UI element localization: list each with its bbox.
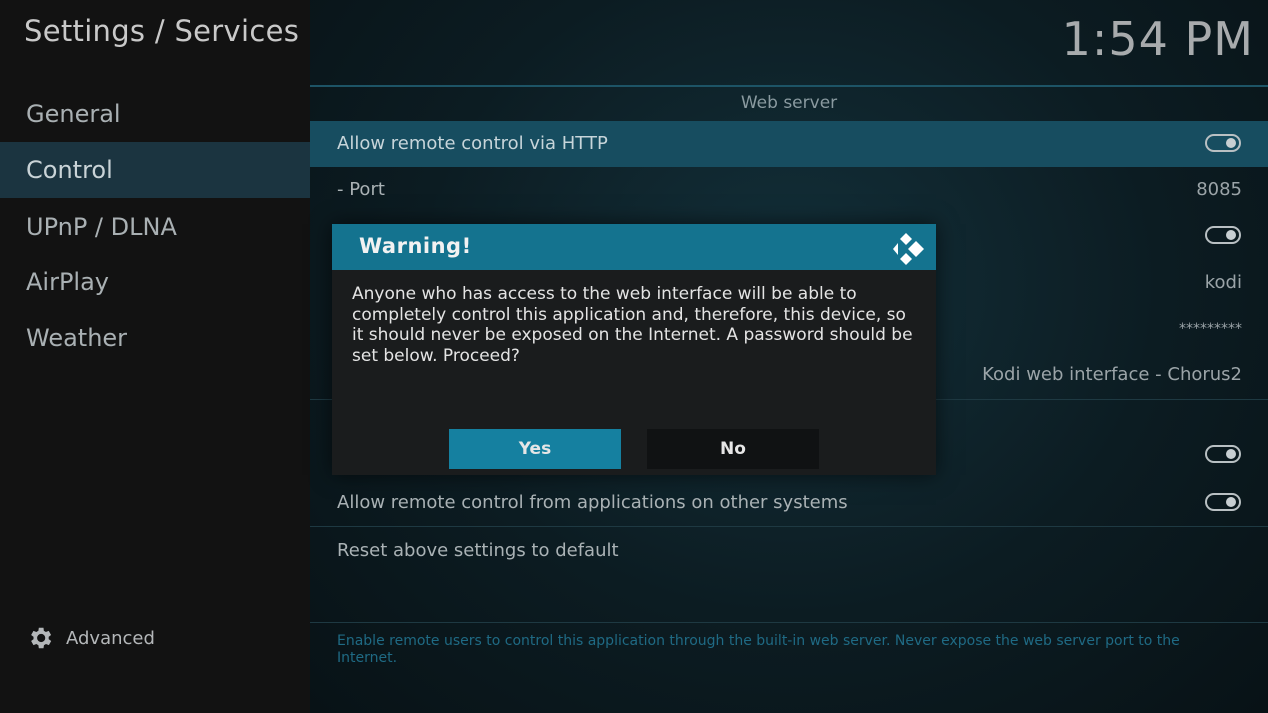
setting-label: Allow remote control from applications o… xyxy=(337,492,848,513)
section-divider xyxy=(310,85,1268,87)
dialog-header: Warning! xyxy=(332,224,936,270)
page-title: Settings / Services xyxy=(24,14,300,48)
sidebar: Settings / Services General Control UPnP… xyxy=(0,0,310,713)
setting-row-allow-http[interactable]: Allow remote control via HTTP xyxy=(310,121,1268,167)
clock: 1:54 PM xyxy=(1061,12,1254,66)
sidebar-item-weather[interactable]: Weather xyxy=(0,310,310,366)
no-button[interactable]: No xyxy=(647,429,819,469)
setting-value: kodi xyxy=(1204,272,1242,293)
setting-value: ********* xyxy=(1179,321,1242,337)
warning-dialog: Warning! Anyone who has access to the we… xyxy=(332,224,936,475)
hint-divider xyxy=(310,622,1268,623)
gear-icon xyxy=(31,627,52,649)
dialog-message: Anyone who has access to the web interfa… xyxy=(352,284,913,366)
section-divider xyxy=(310,526,1268,527)
kodi-logo-icon xyxy=(893,233,924,265)
sidebar-item-upnp-dlna[interactable]: UPnP / DLNA xyxy=(0,199,310,255)
setting-value: Kodi web interface - Chorus2 xyxy=(982,364,1242,385)
dialog-title: Warning! xyxy=(359,234,472,258)
setting-label: Reset above settings to default xyxy=(337,540,619,561)
sidebar-item-airplay[interactable]: AirPlay xyxy=(0,254,310,310)
setting-row-remote-apps[interactable]: Allow remote control from applications o… xyxy=(310,480,1268,526)
setting-label: Allow remote control via HTTP xyxy=(337,133,608,154)
setting-row-port[interactable]: - Port 8085 xyxy=(310,167,1268,213)
toggle-switch[interactable] xyxy=(1205,134,1241,152)
advanced-label: Advanced xyxy=(66,627,155,649)
setting-description: Enable remote users to control this appl… xyxy=(337,633,1180,666)
toggle-switch[interactable] xyxy=(1205,445,1241,463)
setting-label: - Port xyxy=(337,179,385,200)
advanced-button[interactable]: Advanced xyxy=(26,624,155,652)
toggle-switch[interactable] xyxy=(1205,493,1241,511)
toggle-switch[interactable] xyxy=(1205,226,1241,244)
reset-settings-button[interactable]: Reset above settings to default xyxy=(310,528,1268,574)
yes-button[interactable]: Yes xyxy=(449,429,621,469)
sidebar-item-general[interactable]: General xyxy=(0,86,310,142)
section-title: Web server xyxy=(740,93,838,113)
setting-value: 8085 xyxy=(1196,179,1242,200)
sidebar-item-control[interactable]: Control xyxy=(0,142,310,198)
